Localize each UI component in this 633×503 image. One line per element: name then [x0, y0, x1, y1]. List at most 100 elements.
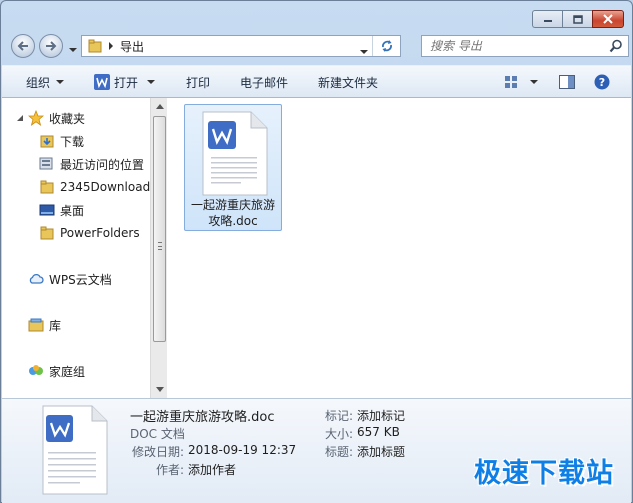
preview-pane-button[interactable]: [559, 66, 575, 98]
scroll-up-button[interactable]: [151, 98, 168, 115]
open-with-dropdown[interactable]: [147, 66, 155, 98]
nav-favorites-label: 收藏夹: [49, 111, 86, 126]
collapse-arrow-icon[interactable]: [16, 114, 24, 122]
tags-value[interactable]: 添加标记: [357, 407, 405, 424]
chevron-down-icon: [530, 80, 538, 84]
chevron-down-icon: [56, 80, 65, 84]
view-icon: [505, 76, 517, 88]
doc-file-icon: [202, 111, 268, 196]
preview-pane-icon: [559, 75, 575, 89]
search-icon[interactable]: [609, 39, 623, 53]
modified-label: 修改日期:: [132, 445, 185, 459]
search-box[interactable]: [421, 35, 629, 57]
refresh-icon: [381, 40, 392, 52]
author-value[interactable]: 添加作者: [188, 461, 236, 478]
download-folder-icon: [39, 133, 55, 149]
nav-library-label: 库: [49, 318, 62, 333]
file-name-line1: 一起游重庆旅游: [190, 198, 275, 212]
minimize-button[interactable]: [532, 10, 562, 28]
chevron-down-icon: [147, 80, 155, 84]
nav-item-label: 桌面: [60, 203, 85, 218]
recent-pages-dropdown[interactable]: [69, 41, 77, 55]
file-name: 一起游重庆旅游 攻略.doc: [185, 197, 281, 229]
nav-homegroup-label: 家庭组: [49, 364, 86, 379]
open-label: 打开: [114, 75, 139, 90]
nav-item-recent-places[interactable]: 最近访问的位置: [39, 153, 144, 175]
address-history-dropdown[interactable]: [360, 43, 368, 57]
author-label: 作者:: [156, 463, 185, 477]
chevron-down-icon: [360, 50, 368, 54]
new-folder-label: 新建文件夹: [318, 75, 379, 90]
nav-item-2345downloads[interactable]: 2345Downloads: [39, 176, 150, 198]
navigation-bar: 导出: [9, 33, 629, 61]
chevron-down-icon: [69, 48, 77, 52]
size-value: 657 KB: [357, 425, 400, 439]
explorer-window: 导出 组织 打开 打印 电子邮件 新建文件夹: [0, 0, 633, 503]
nav-item-downloads[interactable]: 下载: [39, 130, 84, 152]
nav-wps-cloud[interactable]: WPS云文档: [28, 268, 112, 290]
maximize-button[interactable]: [562, 10, 592, 28]
help-button[interactable]: ?: [594, 66, 610, 98]
details-filename: 一起游重庆旅游攻略.doc: [130, 410, 275, 425]
nav-wps-cloud-label: WPS云文档: [49, 272, 112, 287]
details-type: DOC 文档: [130, 427, 185, 441]
organize-label: 组织: [26, 75, 51, 90]
star-icon: [28, 110, 44, 126]
cloud-icon: [28, 271, 44, 287]
view-options-button[interactable]: [504, 66, 518, 98]
svg-text:?: ?: [599, 76, 605, 89]
library-icon: [28, 317, 44, 333]
doc-file-large-icon: [42, 405, 108, 495]
grip-icon: [158, 242, 162, 250]
title-label: 标题:: [325, 445, 354, 459]
watermark-logo: 极速下载站: [474, 458, 614, 489]
nav-item-powerfolders[interactable]: PowerFolders: [39, 222, 140, 244]
scroll-up-icon: [155, 104, 164, 109]
tags-label: 标记:: [325, 409, 354, 423]
back-arrow-icon: [17, 41, 28, 51]
new-folder-button[interactable]: 新建文件夹: [318, 66, 378, 98]
organize-button[interactable]: 组织: [26, 66, 65, 98]
file-item[interactable]: 一起游重庆旅游 攻略.doc: [184, 104, 282, 231]
print-button[interactable]: 打印: [186, 66, 210, 98]
scroll-down-icon: [155, 387, 164, 392]
view-dropdown[interactable]: [530, 66, 538, 98]
forward-button[interactable]: [39, 34, 63, 58]
help-icon: ?: [594, 74, 610, 90]
recent-places-icon: [39, 156, 55, 172]
close-button[interactable]: [592, 10, 624, 28]
close-icon: [603, 14, 613, 24]
breadcrumb-current-folder[interactable]: 导出: [120, 38, 144, 55]
homegroup-icon: [28, 363, 44, 379]
minimize-icon: [543, 20, 552, 22]
modified-value: 2018-09-19 12:37: [188, 443, 297, 457]
title-value[interactable]: 添加标题: [357, 443, 405, 460]
nav-homegroup[interactable]: 家庭组: [28, 360, 85, 382]
scrollbar-thumb[interactable]: [153, 116, 166, 342]
folder-icon: [39, 179, 55, 195]
folder-icon: [39, 225, 55, 241]
search-input[interactable]: [422, 36, 602, 56]
caption-buttons: [532, 10, 624, 28]
print-label: 打印: [186, 75, 211, 90]
wps-writer-icon: [94, 74, 110, 90]
nav-library[interactable]: 库: [28, 314, 61, 336]
size-label: 大小:: [325, 427, 354, 441]
refresh-button[interactable]: [372, 36, 400, 56]
folder-icon: [88, 39, 102, 53]
open-button[interactable]: 打开: [94, 66, 138, 98]
forward-arrow-icon: [46, 41, 57, 51]
breadcrumb-separator-icon[interactable]: [108, 42, 114, 50]
address-bar[interactable]: 导出: [81, 35, 401, 57]
email-button[interactable]: 电子邮件: [240, 66, 288, 98]
nav-item-label: PowerFolders: [60, 226, 140, 240]
nav-scrollbar[interactable]: [150, 98, 167, 398]
nav-favorites[interactable]: 收藏夹: [28, 107, 85, 129]
email-label: 电子邮件: [240, 75, 289, 90]
scroll-down-button[interactable]: [151, 381, 168, 398]
nav-item-desktop[interactable]: 桌面: [39, 199, 84, 221]
navigation-pane: 收藏夹 下载 最近访问的位置 2345Downloads 桌面 PowerFol…: [2, 98, 150, 398]
nav-item-label: 下载: [60, 134, 85, 149]
back-button[interactable]: [11, 34, 35, 58]
command-bar: 组织 打开 打印 电子邮件 新建文件夹 ?: [2, 65, 631, 98]
